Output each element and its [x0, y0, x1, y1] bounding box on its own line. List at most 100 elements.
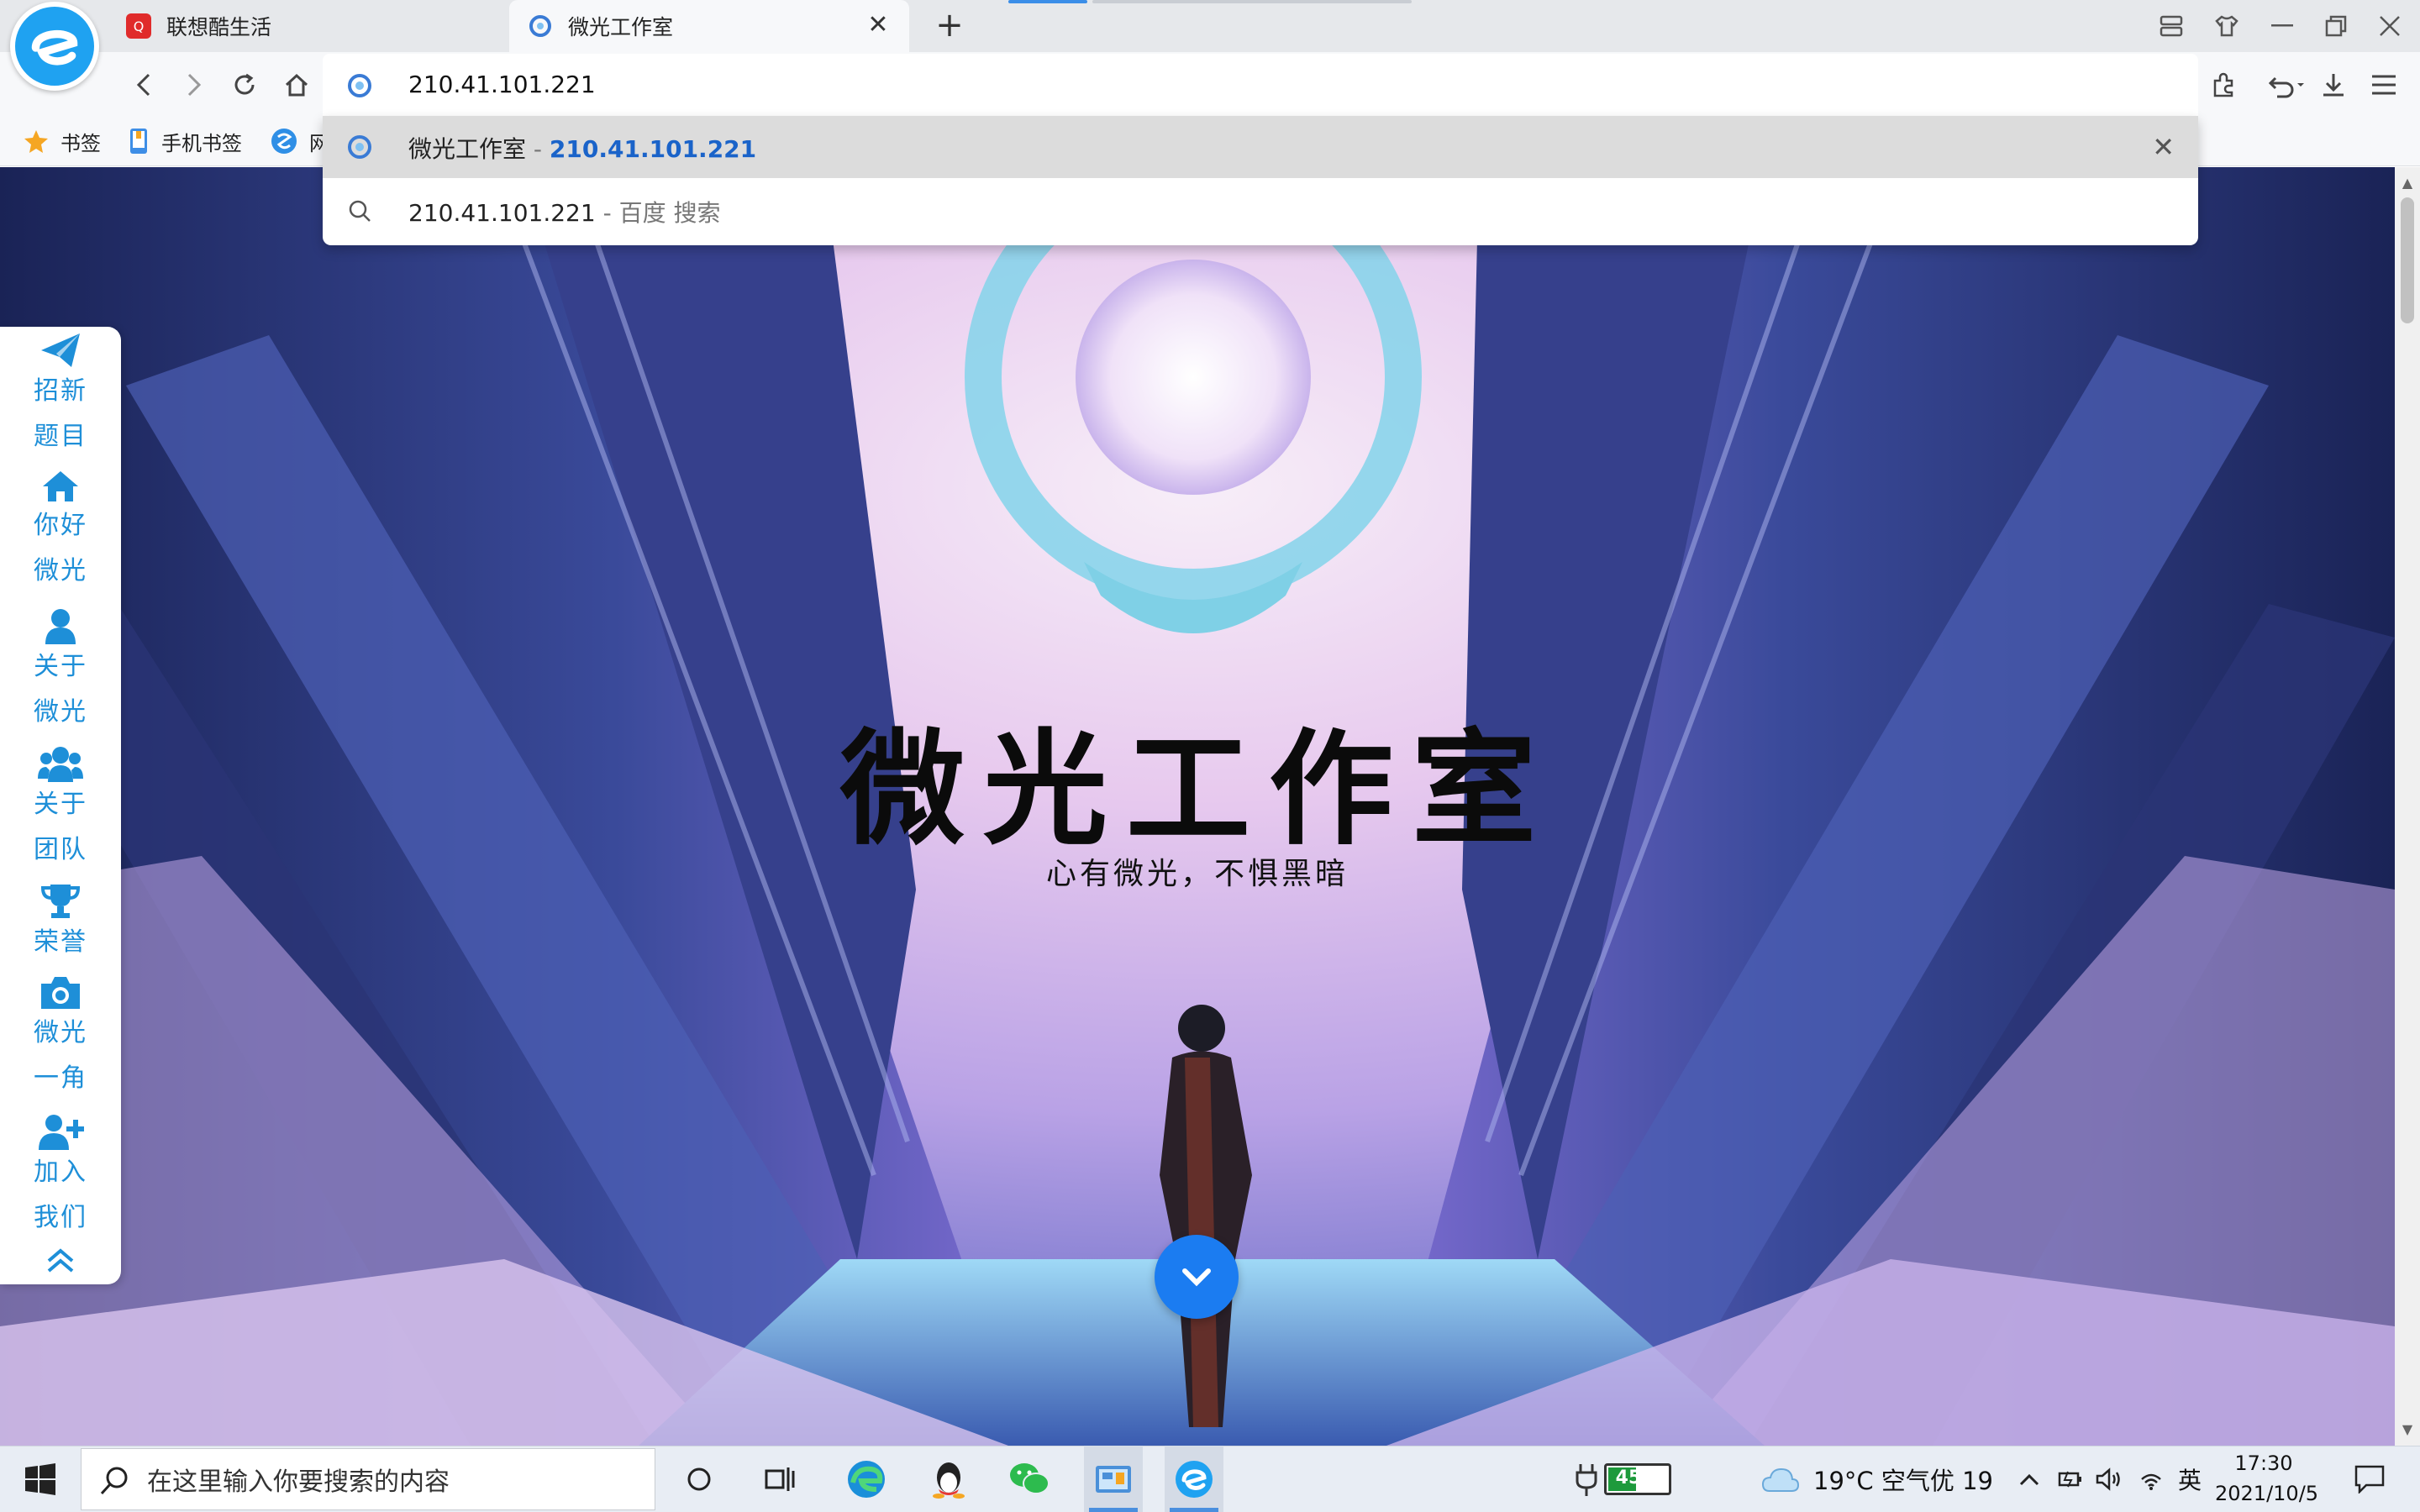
scroll-down-button[interactable] — [1155, 1235, 1239, 1319]
address-input[interactable]: 210.41.101.221 — [408, 71, 596, 98]
start-button[interactable] — [0, 1446, 81, 1512]
suggestion-url: 210.41.101.221 — [549, 135, 757, 163]
active-app-indicator — [1170, 1508, 1218, 1512]
remove-suggestion-icon[interactable]: ✕ — [2152, 131, 2175, 163]
tray-network[interactable] — [2134, 1446, 2168, 1512]
nav-item-join[interactable]: 加入 我们 — [0, 1113, 121, 1241]
svg-text:Q: Q — [134, 18, 145, 34]
bookmark-label: 书签 — [60, 131, 101, 155]
cortana-button[interactable] — [672, 1446, 726, 1512]
nav-line1: 关于 — [34, 790, 87, 819]
suggestion-site[interactable]: 微光工作室 - 210.41.101.221 ✕ — [323, 116, 2198, 178]
suggestion-title: 微光工作室 — [408, 135, 527, 163]
extensions-icon[interactable] — [2207, 67, 2242, 102]
skin-shirt-icon[interactable] — [2208, 8, 2245, 44]
ime-indicator[interactable]: 英 — [2173, 1446, 2207, 1512]
tab-lenovo[interactable]: Q 联想酷生活 — [108, 0, 508, 52]
undo-close-tab-icon[interactable] — [2260, 67, 2311, 102]
search-icon — [100, 1467, 128, 1495]
windows-logo-icon — [25, 1462, 55, 1495]
chevron-up-icon — [2019, 1473, 2039, 1485]
address-bar[interactable]: 210.41.101.221 — [323, 54, 2198, 116]
taskbar-qq[interactable] — [919, 1446, 978, 1512]
nav-line1: 微光 — [34, 1018, 87, 1047]
taskbar-search-placeholder: 在这里输入你要搜索的内容 — [147, 1467, 450, 1497]
show-hidden-icons[interactable] — [2015, 1446, 2044, 1512]
suggestion-engine: 百度 搜索 — [618, 199, 721, 227]
bookmark-mobile[interactable]: 手机书签 — [128, 124, 242, 158]
minimize-icon[interactable] — [2264, 8, 2301, 44]
tab-weiguang[interactable]: 微光工作室 ✕ — [509, 0, 909, 52]
suggestion-separator: - — [595, 199, 619, 227]
suggestion-text: 210.41.101.221 - 百度 搜索 — [408, 195, 720, 228]
suggestion-query: 210.41.101.221 — [408, 199, 596, 227]
forward-icon[interactable] — [176, 67, 212, 102]
nav-line2: 我们 — [34, 1203, 87, 1232]
nav-item-hello[interactable]: 你好 微光 — [0, 470, 121, 594]
taskbar-clock[interactable]: 17:30 2021/10/5 — [2215, 1448, 2318, 1509]
nav-item-team[interactable]: 关于 团队 — [0, 745, 121, 873]
bookmark-web[interactable]: 网 — [271, 124, 329, 158]
page-viewport: 微光工作室 心有微光，不惧黑暗 — [0, 167, 2395, 1446]
site-favicon-icon — [348, 135, 371, 159]
home-page-icon[interactable] — [279, 67, 314, 102]
suggestion-search[interactable]: 210.41.101.221 - 百度 搜索 — [323, 180, 2198, 242]
reader-icon[interactable] — [2153, 8, 2190, 44]
taskbar-search[interactable]: 在这里输入你要搜索的内容 — [81, 1448, 655, 1510]
cloud-icon — [1761, 1467, 1800, 1492]
search-icon — [349, 200, 371, 222]
browser-logo[interactable] — [10, 2, 99, 91]
task-view-icon — [765, 1467, 795, 1491]
back-to-top-button[interactable] — [0, 1247, 121, 1273]
nav-line1: 荣誉 — [34, 927, 87, 957]
menu-icon[interactable] — [2366, 67, 2402, 102]
lenovo-app-icon: Q — [126, 13, 151, 39]
nav-item-recruit[interactable]: 招新 题目 — [0, 332, 121, 459]
chevron-down-icon — [1182, 1268, 1211, 1287]
download-icon[interactable] — [2316, 67, 2351, 102]
nav-item-about[interactable]: 关于 微光 — [0, 607, 121, 735]
restore-icon[interactable] — [2317, 8, 2354, 44]
battery-indicator[interactable]: 45% — [1568, 1446, 1677, 1512]
page-scrollbar[interactable]: ▲ ▼ — [2395, 167, 2420, 1446]
wechat-icon — [1010, 1462, 1050, 1494]
close-window-icon[interactable] — [2371, 8, 2408, 44]
reload-icon[interactable] — [227, 67, 262, 102]
nav-item-honor[interactable]: 荣誉 — [0, 883, 121, 965]
page-subtitle: 心有微光，不惧黑暗 — [1045, 857, 1349, 891]
tray-volume[interactable] — [2092, 1446, 2126, 1512]
action-center-button[interactable] — [2344, 1446, 2395, 1512]
battery-level: 45% — [1604, 1462, 1671, 1495]
suggestion-separator: - — [526, 135, 550, 163]
scrollbar-thumb[interactable] — [2401, 197, 2414, 323]
qq-penguin-icon — [933, 1462, 965, 1499]
tray-battery[interactable] — [2054, 1446, 2087, 1512]
taskbar-browser[interactable] — [1165, 1446, 1223, 1512]
back-icon[interactable] — [126, 67, 161, 102]
nav-line1: 招新 — [34, 376, 87, 406]
nav-item-corner[interactable]: 微光 一角 — [0, 975, 121, 1101]
clock-time: 17:30 — [2234, 1452, 2293, 1475]
home-icon — [43, 471, 78, 501]
speaker-icon — [2096, 1467, 2120, 1491]
scroll-down-arrow-icon[interactable]: ▼ — [2395, 1417, 2420, 1442]
nav-line1: 加入 — [34, 1158, 87, 1187]
bookmark-star[interactable]: 书签 — [24, 124, 101, 158]
screen: { "browser": { "tabs": [ {"label": "联想酷生… — [0, 0, 2420, 1512]
new-tab-button[interactable]: + — [933, 8, 966, 44]
weather-text: 19°C 空气优 19 — [1813, 1466, 1993, 1495]
active-app-indicator — [1089, 1508, 1138, 1512]
page-title: 微光工作室 — [840, 717, 1555, 862]
scroll-up-arrow-icon[interactable]: ▲ — [2395, 171, 2420, 196]
taskbar-wechat[interactable] — [1000, 1446, 1059, 1512]
trophy-icon — [40, 885, 81, 918]
taskbar-control-panel[interactable] — [1084, 1446, 1143, 1512]
tab-label: 微光工作室 — [568, 15, 674, 39]
task-view-button[interactable] — [753, 1446, 807, 1512]
weather-widget[interactable]: 19°C 空气优 19 — [1761, 1446, 2005, 1512]
close-tab-icon[interactable]: ✕ — [865, 13, 891, 38]
tab-indicator — [1008, 0, 1087, 3]
nav-line2: 一角 — [34, 1063, 87, 1093]
taskbar-edge[interactable] — [837, 1446, 896, 1512]
bookmark-label: 手机书签 — [161, 131, 242, 155]
